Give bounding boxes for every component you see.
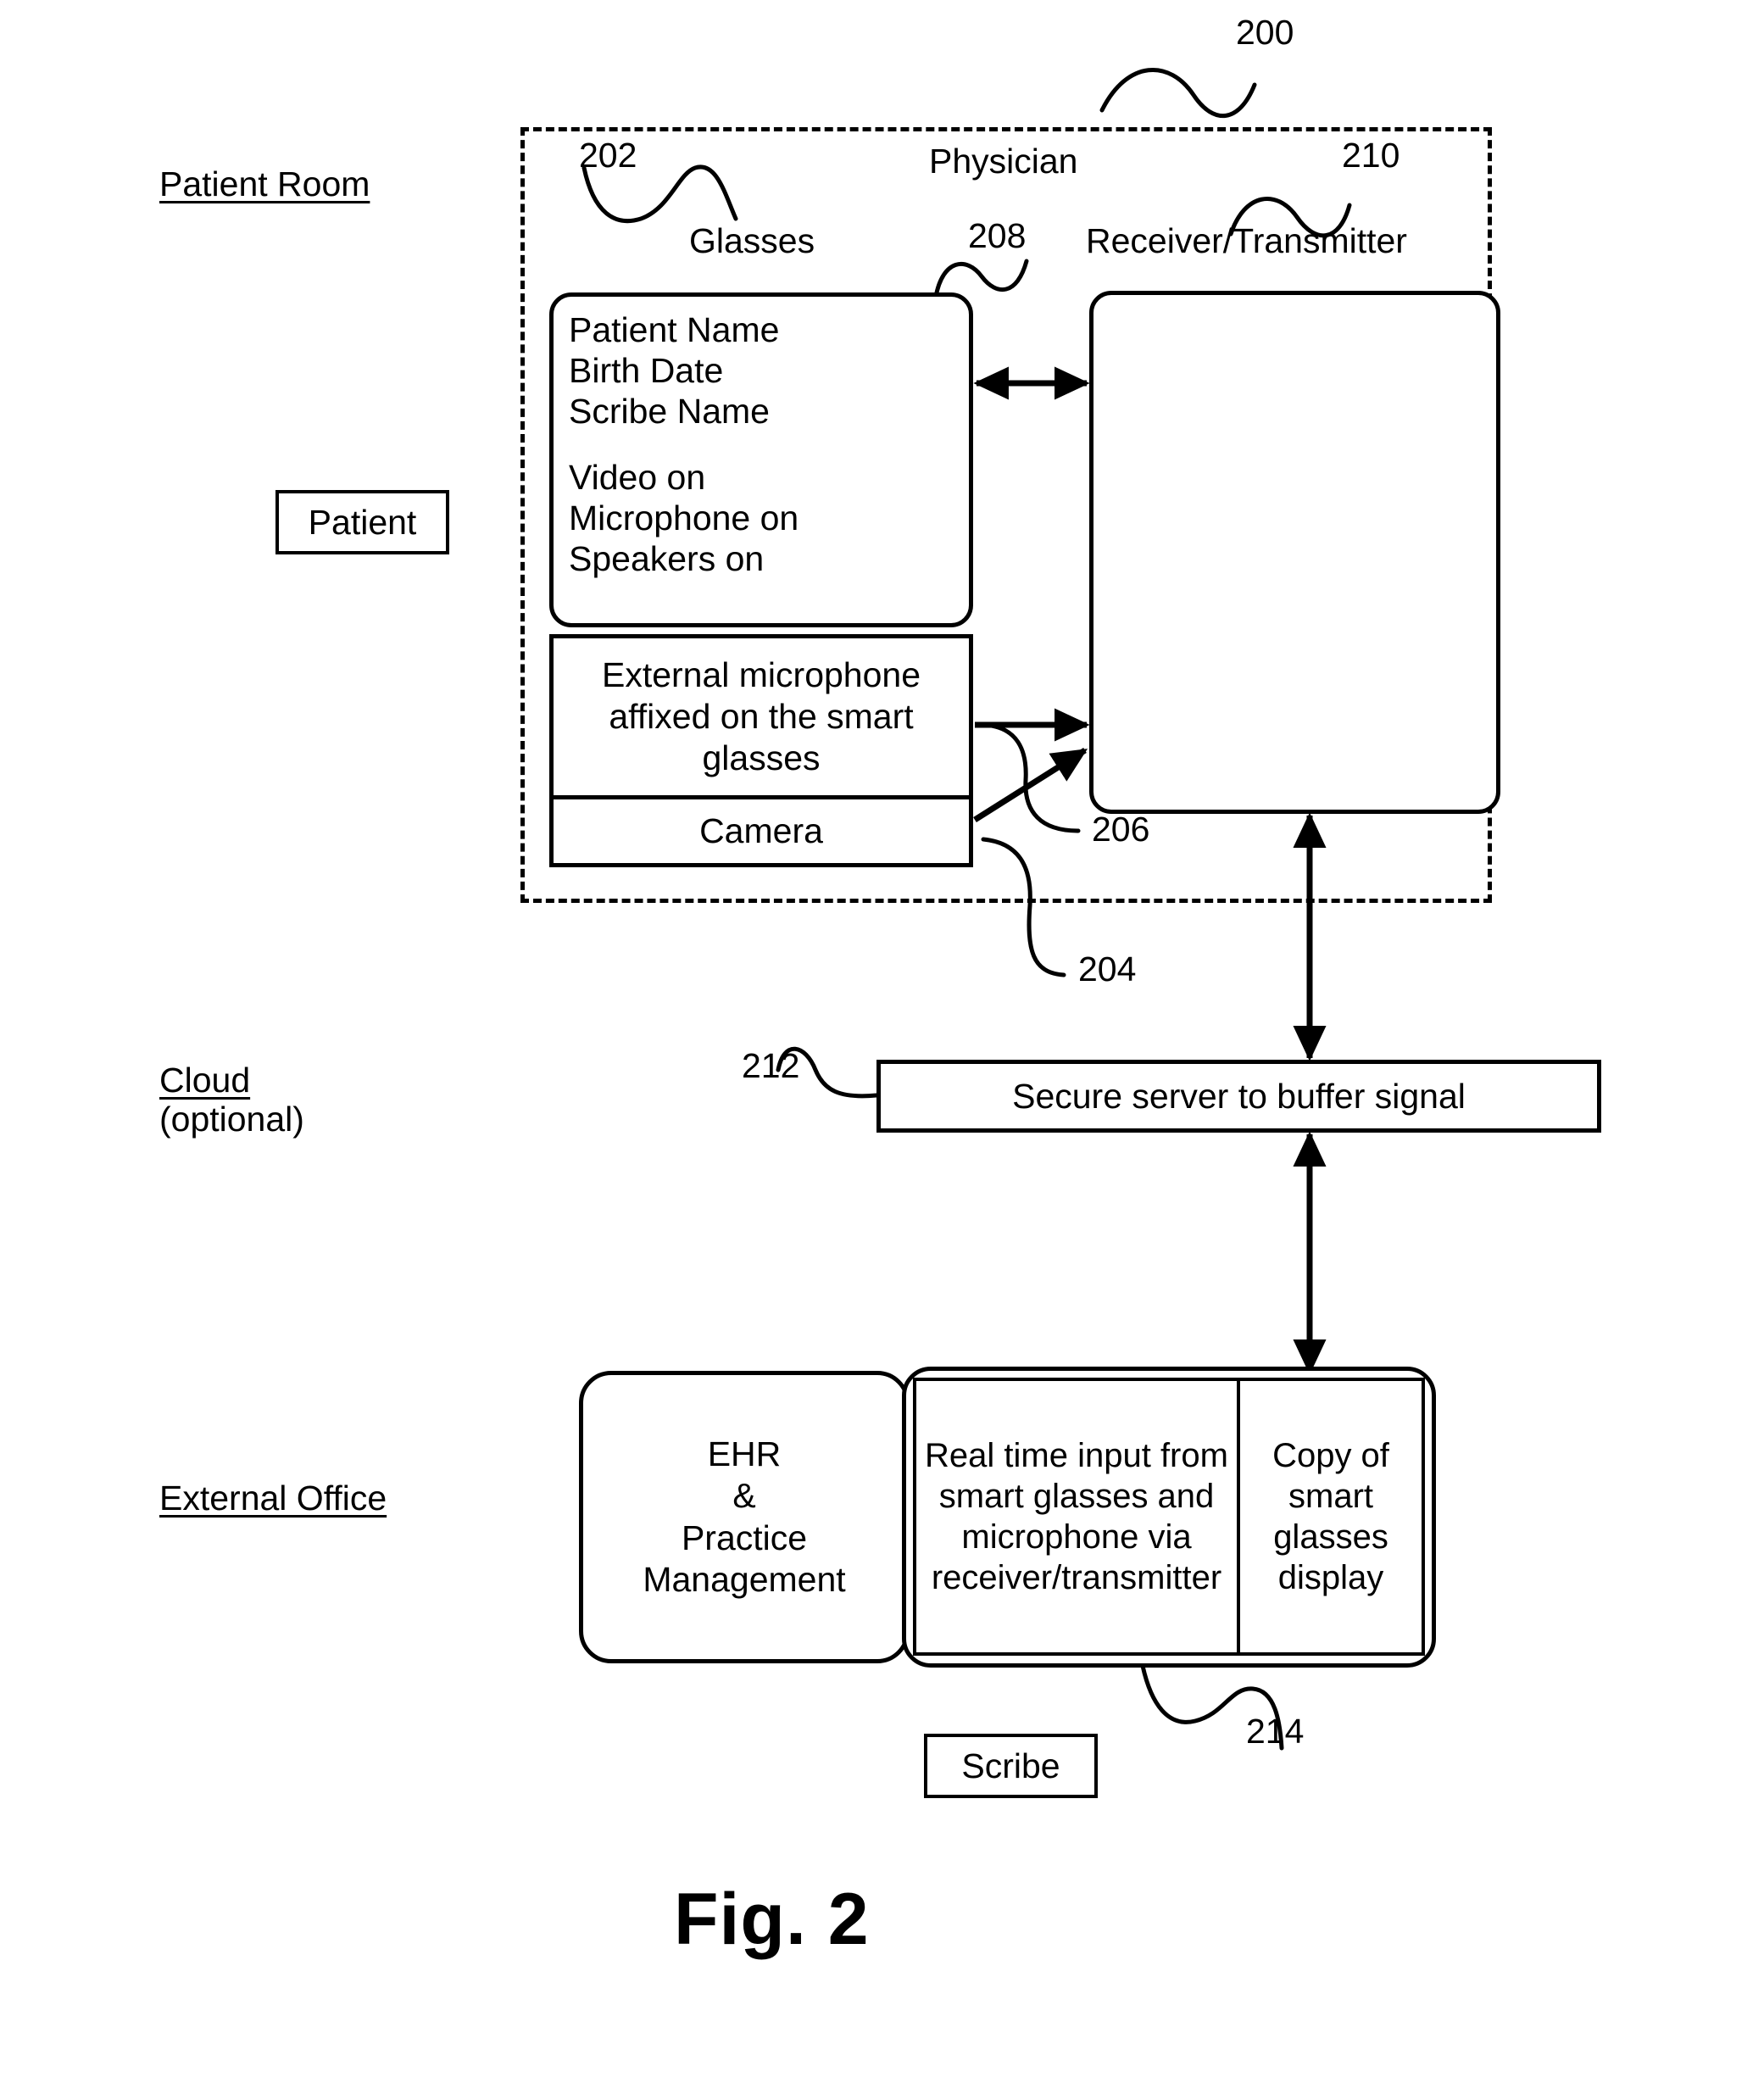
receiver-transmitter-box	[1089, 291, 1500, 814]
glasses-line-patient-name: Patient Name	[569, 310, 780, 349]
external-microphone-label: External microphone affixed on the smart…	[601, 654, 921, 778]
ehr-line-1: EHR	[707, 1434, 782, 1474]
label-glasses: Glasses	[689, 221, 815, 260]
section-sublabel-cloud: (optional)	[159, 1099, 304, 1139]
glasses-line-speakers-on: Speakers on	[569, 538, 765, 578]
ref-number-214: 214	[1246, 1712, 1305, 1751]
figure-canvas: Patient Room Cloud (optional) External O…	[0, 0, 1764, 2094]
figure-caption: Fig. 2	[674, 1879, 870, 1960]
ref-number-206: 206	[1092, 810, 1150, 849]
glasses-display-copy-label: Copy of smart glasses display	[1272, 1437, 1389, 1596]
glasses-display-copy-panel: Copy of smart glasses display	[1237, 1378, 1425, 1656]
ehr-line-4: Management	[643, 1559, 846, 1599]
realtime-input-label: Real time input from smart glasses and m…	[925, 1437, 1228, 1596]
glasses-line-scribe-name: Scribe Name	[569, 391, 770, 431]
ref-number-200: 200	[1236, 13, 1294, 52]
camera-label: Camera	[699, 810, 823, 850]
actor-label-physician: Physician	[929, 142, 1078, 181]
ehr-line-3: Practice	[681, 1518, 808, 1557]
actor-label-scribe: Scribe	[961, 1746, 1060, 1785]
glasses-line-birth-date: Birth Date	[569, 350, 724, 390]
external-microphone-box: External microphone affixed on the smart…	[549, 634, 973, 799]
section-label-cloud: Cloud (optional)	[159, 1061, 304, 1139]
actor-box-scribe: Scribe	[924, 1734, 1098, 1798]
glasses-line-spacer	[569, 432, 969, 458]
ref-number-212: 212	[742, 1046, 800, 1085]
camera-box: Camera	[549, 799, 973, 867]
glasses-line-video-on: Video on	[569, 457, 706, 497]
ref-number-210: 210	[1342, 136, 1400, 175]
section-label-patient-room: Patient Room	[159, 164, 370, 203]
secure-server-box: Secure server to buffer signal	[876, 1060, 1601, 1133]
realtime-input-panel: Real time input from smart glasses and m…	[913, 1378, 1237, 1656]
glasses-display-box: Patient Name Birth Date Scribe Name Vide…	[549, 292, 973, 627]
actor-label-patient: Patient	[308, 502, 417, 542]
leader-line-200	[1099, 67, 1257, 118]
ref-number-202: 202	[579, 136, 637, 175]
label-receiver-transmitter: Receiver/Transmitter	[1086, 221, 1407, 260]
actor-box-patient: Patient	[275, 490, 449, 554]
glasses-line-microphone-on: Microphone on	[569, 498, 799, 537]
section-label-external-office: External Office	[159, 1479, 387, 1518]
ehr-practice-management-box: EHR & Practice Management	[579, 1371, 910, 1663]
ehr-line-2: &	[732, 1476, 756, 1516]
secure-server-label: Secure server to buffer signal	[1012, 1076, 1466, 1116]
ref-number-204: 204	[1078, 950, 1137, 989]
ref-number-208: 208	[968, 216, 1027, 255]
